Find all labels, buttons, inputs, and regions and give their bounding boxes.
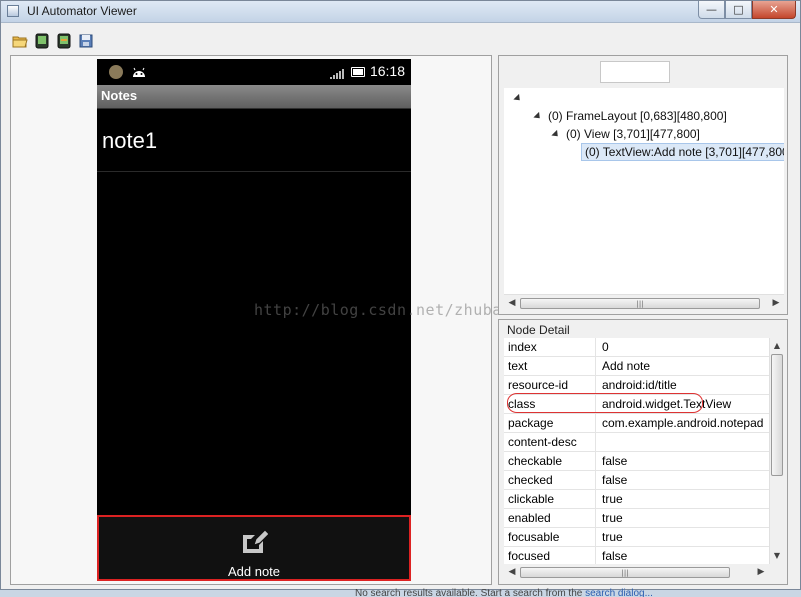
- search-dialog-link[interactable]: search dialog...: [585, 588, 653, 597]
- toolbar: [1, 29, 95, 53]
- tree-node-label: (0) TextView:Add note [3,701][477,800]: [585, 145, 784, 159]
- table-row[interactable]: text Add note: [504, 357, 769, 376]
- table-row[interactable]: focused false: [504, 547, 769, 564]
- open-folder-icon[interactable]: [11, 32, 29, 50]
- node-detail-table[interactable]: index 0 text Add note resource-id android:i…: [504, 338, 769, 564]
- property-value: Add note: [602, 359, 651, 373]
- scroll-left-icon[interactable]: ◀: [506, 297, 518, 309]
- app-window: UI Automator Viewer — □ ✕ 16:18 Notes no…: [0, 0, 801, 590]
- background-status-text: No search results available. Start a sea…: [355, 588, 653, 597]
- note-title: note1: [102, 128, 158, 153]
- expand-arrow-icon[interactable]: [551, 129, 561, 140]
- status-bar: 16:18: [97, 59, 411, 85]
- property-key: index: [504, 338, 596, 356]
- battery-icon: [351, 67, 365, 77]
- device-screenshot-icon[interactable]: [33, 32, 51, 50]
- scroll-up-icon[interactable]: ▲: [771, 340, 783, 352]
- tree-horizontal-scrollbar[interactable]: ◀ ||| ▶: [504, 294, 784, 311]
- action-bar-title: Notes: [101, 88, 138, 103]
- scroll-right-icon[interactable]: ▶: [755, 566, 767, 578]
- background-status-prefix: No search results available. Start a sea…: [355, 588, 586, 597]
- property-value: 0: [602, 340, 609, 354]
- property-key: content-desc: [504, 433, 596, 451]
- property-value: false: [602, 473, 628, 487]
- scroll-right-icon[interactable]: ▶: [770, 297, 782, 309]
- property-value: android:id/title: [602, 378, 677, 392]
- maximize-button[interactable]: □: [725, 1, 752, 19]
- detail-vertical-scrollbar[interactable]: ▲ ▼: [769, 338, 784, 564]
- table-row[interactable]: package com.example.android.notepad: [504, 414, 769, 433]
- property-value: true: [602, 530, 623, 544]
- title-bar[interactable]: UI Automator Viewer — □ ✕: [1, 1, 800, 23]
- tree-filter-input[interactable]: [600, 61, 670, 83]
- scroll-left-icon[interactable]: ◀: [506, 566, 518, 578]
- minimize-button[interactable]: —: [698, 1, 725, 19]
- window-title: UI Automator Viewer: [27, 4, 137, 18]
- hierarchy-tree-panel: (0) FrameLayout [0,683][480,800] (0) Vie…: [498, 55, 788, 315]
- scrollbar-thumb[interactable]: [771, 354, 783, 476]
- property-key: text: [504, 357, 596, 375]
- expand-arrow-icon[interactable]: [533, 111, 543, 122]
- expand-arrow-icon[interactable]: [513, 93, 523, 104]
- table-row[interactable]: enabled true: [504, 509, 769, 528]
- tree-node-label: (0) FrameLayout [0,683][480,800]: [548, 109, 727, 123]
- save-icon[interactable]: [77, 32, 95, 50]
- table-row[interactable]: resource-id android:id/title: [504, 376, 769, 395]
- compose-note-icon: [240, 529, 270, 555]
- table-row[interactable]: checkable false: [504, 452, 769, 471]
- property-value: true: [602, 511, 623, 525]
- device-screen[interactable]: 16:18 Notes note1 Add note: [97, 59, 411, 581]
- android-icon: [131, 65, 145, 79]
- property-value: com.example.android.notepad: [602, 416, 764, 430]
- status-notification-icon: [109, 65, 123, 79]
- tree-node-selected[interactable]: (0) TextView:Add note [3,701][477,800]: [581, 143, 784, 161]
- detail-horizontal-scrollbar[interactable]: ◀ ||| ▶: [504, 564, 769, 581]
- tree-node-label: (0) View [3,701][477,800]: [566, 127, 700, 141]
- property-key: enabled: [504, 509, 596, 527]
- table-row[interactable]: checked false: [504, 471, 769, 490]
- add-note-button[interactable]: Add note: [97, 515, 411, 581]
- property-key: clickable: [504, 490, 596, 508]
- property-value: android.widget.TextView: [602, 397, 732, 411]
- node-detail-panel: Node Detail index 0 text Add note resource…: [498, 319, 788, 585]
- status-time: 16:18: [369, 63, 405, 79]
- property-key: focused: [504, 547, 596, 564]
- table-row[interactable]: class android.widget.TextView: [504, 395, 769, 414]
- app-icon: [7, 5, 19, 17]
- property-value: false: [602, 454, 628, 468]
- window-controls: — □ ✕: [698, 1, 796, 20]
- property-value: false: [602, 549, 628, 563]
- action-bar: Notes: [97, 85, 411, 109]
- scrollbar-thumb[interactable]: |||: [520, 298, 760, 309]
- table-row[interactable]: clickable true: [504, 490, 769, 509]
- property-key: checkable: [504, 452, 596, 470]
- property-value: [596, 433, 769, 451]
- property-key: package: [504, 414, 596, 432]
- property-key: focusable: [504, 528, 596, 546]
- tree-node[interactable]: (0) View [3,701][477,800]: [566, 127, 700, 141]
- scroll-down-icon[interactable]: ▼: [771, 550, 783, 562]
- property-value: true: [602, 492, 623, 506]
- add-note-label: Add note: [227, 564, 281, 579]
- close-button[interactable]: ✕: [752, 1, 796, 19]
- scrollbar-thumb[interactable]: |||: [520, 567, 730, 578]
- tree-node[interactable]: (0) FrameLayout [0,683][480,800]: [548, 109, 727, 123]
- table-row[interactable]: focusable true: [504, 528, 769, 547]
- property-key: class: [504, 395, 596, 413]
- hierarchy-tree[interactable]: (0) FrameLayout [0,683][480,800] (0) Vie…: [504, 88, 784, 294]
- signal-icon: [330, 68, 344, 79]
- property-key: resource-id: [504, 376, 596, 394]
- list-item[interactable]: note1: [97, 110, 411, 172]
- table-row[interactable]: index 0: [504, 338, 769, 357]
- node-detail-legend: Node Detail: [507, 323, 570, 337]
- table-row[interactable]: content-desc: [504, 433, 769, 452]
- device-screenshot-compressed-icon[interactable]: [55, 32, 73, 50]
- property-key: checked: [504, 471, 596, 489]
